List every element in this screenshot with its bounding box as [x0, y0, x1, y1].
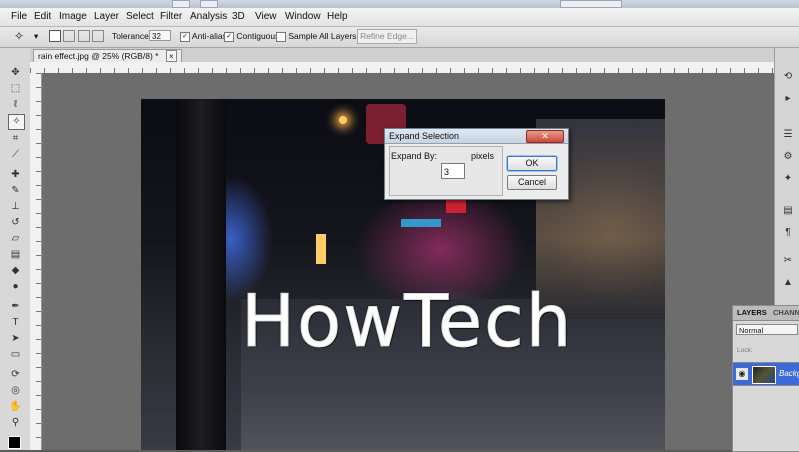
- dialog-title-bar[interactable]: Expand Selection ✕: [385, 129, 568, 144]
- refine-edge-button[interactable]: Refine Edge...: [357, 29, 417, 44]
- layers-panel-tabs: LAYERS CHANNELS: [733, 306, 799, 321]
- workspace-switcher[interactable]: [560, 0, 622, 8]
- shape-tool-icon[interactable]: ▭: [8, 348, 23, 362]
- vertical-ruler: [30, 73, 42, 450]
- adjustments-panel-icon[interactable]: ☰: [781, 128, 795, 142]
- 3d-rotate-tool-icon[interactable]: ⟳: [8, 368, 23, 382]
- expand-selection-dialog: Expand Selection ✕ Expand By: 3 pixels O…: [384, 128, 569, 200]
- pixels-unit-label: pixels: [471, 151, 495, 161]
- foreground-color-swatch[interactable]: [8, 436, 21, 449]
- expand-by-input[interactable]: 3: [441, 163, 465, 179]
- healing-brush-tool-icon[interactable]: ✚: [8, 168, 23, 182]
- menu-file[interactable]: File: [11, 11, 27, 22]
- clone-source-panel-icon[interactable]: ✂: [781, 254, 795, 268]
- brush-tool-icon[interactable]: ✎: [8, 184, 23, 198]
- contiguous-label: Contiguous: [236, 31, 280, 41]
- eye-icon[interactable]: ◉: [736, 368, 748, 380]
- path-selection-tool-icon[interactable]: ➤: [8, 332, 23, 346]
- neon-sign: [401, 219, 441, 227]
- menu-filter[interactable]: Filter: [160, 11, 182, 22]
- tool-presets-panel-icon[interactable]: ▲: [781, 276, 795, 290]
- document-tab-bar: rain effect.jpg @ 25% (RGB/8) * ×: [30, 48, 774, 63]
- tab-channels[interactable]: CHANNELS: [773, 308, 799, 317]
- history-panel-icon[interactable]: ⟲: [781, 70, 795, 84]
- styles-panel-icon[interactable]: ✦: [781, 172, 795, 186]
- lock-label: Lock:: [737, 347, 753, 354]
- marquee-tool-icon[interactable]: ⬚: [8, 82, 23, 96]
- cancel-button[interactable]: Cancel: [507, 175, 557, 190]
- menu-layer[interactable]: Layer: [94, 11, 119, 22]
- actions-panel-icon[interactable]: ▸: [781, 92, 795, 106]
- clone-stamp-tool-icon[interactable]: ⊥: [8, 200, 23, 214]
- document-title: rain effect.jpg @ 25% (RGB/8) *: [38, 51, 159, 61]
- street-light: [339, 116, 347, 124]
- layer-thumbnail: [752, 366, 776, 384]
- tool-options-bar: ✧ ▾ Tolerance: 32 ✓ Anti-alias ✓ Contigu…: [0, 27, 799, 48]
- layer-name: Backg: [779, 369, 799, 378]
- expand-by-label: Expand By:: [391, 151, 438, 161]
- neon-sign: [316, 234, 326, 264]
- menu-edit[interactable]: Edit: [34, 11, 51, 22]
- close-document-icon[interactable]: ×: [165, 50, 177, 62]
- tolerance-input[interactable]: 32: [149, 30, 171, 41]
- layer-row-background[interactable]: ◉ Backg: [733, 362, 799, 386]
- dialog-title: Expand Selection: [389, 131, 460, 141]
- antialias-checkbox[interactable]: ✓ Anti-alias: [180, 31, 227, 42]
- move-tool-icon[interactable]: ✥: [8, 66, 23, 80]
- eyedropper-tool-icon[interactable]: ⟋: [8, 148, 23, 162]
- menu-help[interactable]: Help: [327, 11, 348, 22]
- pillar: [176, 99, 226, 450]
- eraser-tool-icon[interactable]: ▱: [8, 232, 23, 246]
- neon-sign: [446, 199, 466, 213]
- blur-tool-icon[interactable]: ◆: [8, 264, 23, 278]
- dialog-close-button[interactable]: ✕: [526, 130, 564, 143]
- menu-3d[interactable]: 3D: [232, 11, 245, 22]
- menu-analysis[interactable]: Analysis: [190, 11, 227, 22]
- magic-wand-icon[interactable]: ✧: [14, 29, 24, 43]
- type-tool-icon[interactable]: T: [8, 316, 23, 330]
- menu-select[interactable]: Select: [126, 11, 154, 22]
- menu-image[interactable]: Image: [59, 11, 87, 22]
- tool-preset-dropdown-icon[interactable]: ▾: [34, 31, 38, 42]
- history-brush-tool-icon[interactable]: ↺: [8, 216, 23, 230]
- lasso-tool-icon[interactable]: ℓ: [8, 98, 23, 112]
- sample-all-layers-label: Sample All Layers: [288, 31, 357, 41]
- magic-wand-tool-icon[interactable]: ✧: [8, 114, 25, 130]
- sample-all-layers-checkbox[interactable]: Sample All Layers: [276, 31, 356, 42]
- app-bar-button[interactable]: [172, 0, 190, 8]
- selection-mode-buttons[interactable]: [49, 30, 105, 44]
- zoom-tool-icon[interactable]: ⚲: [8, 416, 23, 430]
- menu-window[interactable]: Window: [285, 11, 321, 22]
- menu-bar: File Edit Image Layer Select Filter Anal…: [0, 8, 799, 27]
- contiguous-checkbox[interactable]: ✓ Contiguous: [224, 31, 279, 42]
- menu-view[interactable]: View: [255, 11, 277, 22]
- gradient-tool-icon[interactable]: ▤: [8, 248, 23, 262]
- tools-panel: ✥ ⬚ ℓ ✧ ⌗ ⟋ ✚ ✎ ⊥ ↺ ▱ ▤ ◆ ● ✒ T ➤ ▭ ⟳ ◎ …: [0, 48, 31, 450]
- antialias-label: Anti-alias: [191, 31, 227, 41]
- tab-layers[interactable]: LAYERS: [737, 308, 767, 317]
- layers-panel: LAYERS CHANNELS Normal Lock: ◉ Backg: [732, 305, 799, 452]
- document-tab[interactable]: rain effect.jpg @ 25% (RGB/8) * ×: [33, 49, 182, 63]
- dodge-tool-icon[interactable]: ●: [8, 280, 23, 294]
- paragraph-panel-icon[interactable]: ¶: [781, 226, 795, 240]
- tolerance-label: Tolerance:: [112, 31, 152, 41]
- crop-tool-icon[interactable]: ⌗: [8, 132, 23, 146]
- ok-button[interactable]: OK: [507, 156, 557, 171]
- howtech-watermark: HowTech: [240, 279, 574, 364]
- pen-tool-icon[interactable]: ✒: [8, 300, 23, 314]
- 3d-orbit-tool-icon[interactable]: ◎: [8, 384, 23, 398]
- blend-mode-select[interactable]: Normal: [736, 324, 798, 335]
- hand-tool-icon[interactable]: ✋: [8, 400, 23, 414]
- masks-panel-icon[interactable]: ⚙: [781, 150, 795, 164]
- brushes-panel-icon[interactable]: ▤: [781, 204, 795, 218]
- application-title-strip: [0, 0, 799, 8]
- app-bar-button[interactable]: [200, 0, 218, 8]
